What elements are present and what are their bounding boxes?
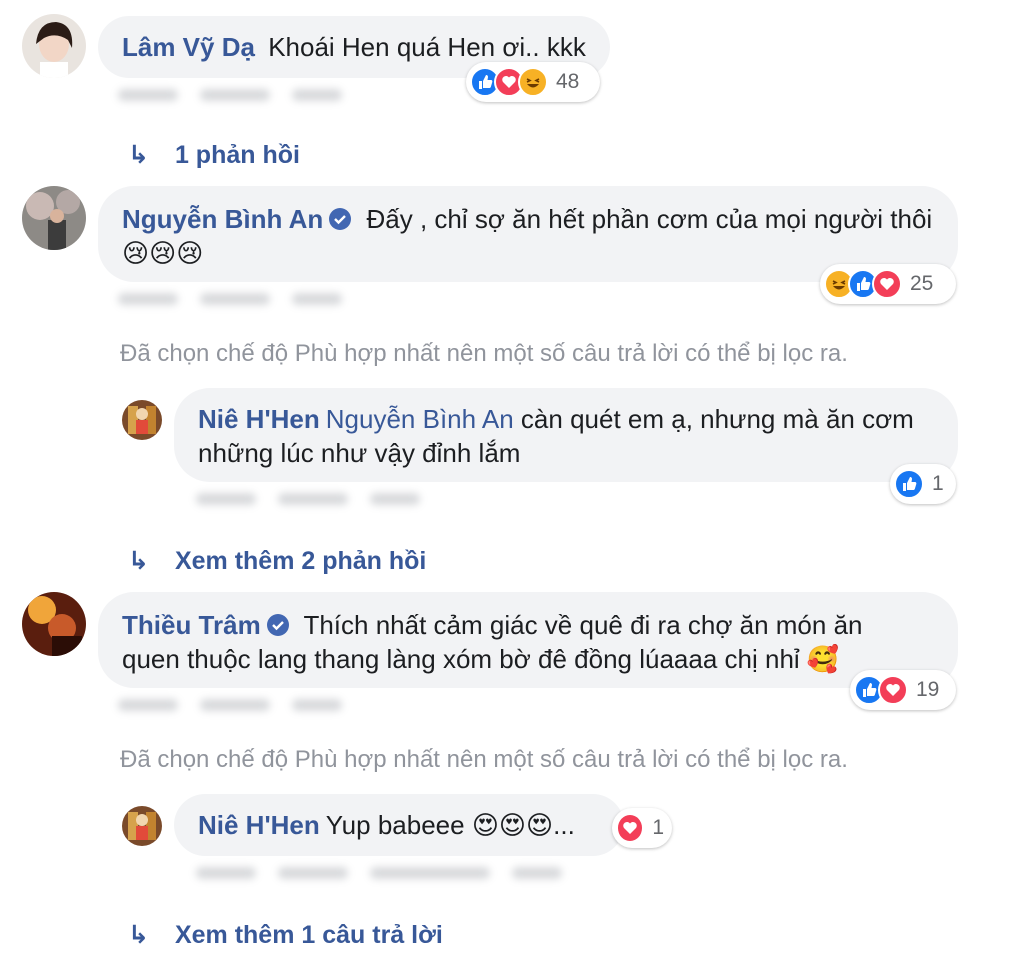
comment-author[interactable]: Lâm Vỹ Dạ — [122, 32, 255, 62]
filter-notice: Đã chọn chế độ Phù hợp nhất nên một số c… — [120, 340, 848, 367]
mention-link[interactable]: Nguyễn Bình An — [326, 404, 514, 434]
reply-arrow-icon: ↳ — [128, 921, 149, 949]
reply-text-line2: những lúc như vậy đỉnh lắm — [198, 438, 521, 468]
view-replies-link[interactable]: ↳ 1 phản hồi — [128, 140, 300, 170]
heart-eyes-emoji-icons: 😍😍😍... — [471, 810, 575, 840]
love-icon — [878, 675, 908, 705]
comment-actions[interactable] — [118, 86, 378, 108]
filter-notice: Đã chọn chế độ Phù hợp nhất nên một số c… — [120, 746, 848, 773]
reply-actions[interactable] — [196, 864, 616, 886]
reply-author[interactable]: Niê H'Hen — [198, 404, 320, 434]
view-replies-label: Xem thêm 1 câu trả lời — [174, 921, 443, 949]
reply-arrow-icon: ↳ — [128, 547, 149, 575]
reaction-count: 48 — [556, 70, 580, 93]
reply-bubble: Niê H'Hen Nguyễn Bình An càn quét em ạ, n… — [174, 388, 958, 482]
sad-emoji-icons: 😢😢😢 — [122, 238, 204, 268]
avatar-nie-hhen[interactable] — [122, 806, 162, 846]
avatar-nguyen-binh-an[interactable] — [22, 186, 86, 250]
reply-actions[interactable] — [196, 490, 456, 512]
comment-text: Đấy , chỉ sợ ăn hết phần cơm của mọi ngư… — [366, 204, 933, 234]
comment-text-line2: quen thuộc lang thang làng xóm bờ đê đồn… — [122, 644, 800, 674]
avatar-nie-hhen[interactable] — [122, 400, 162, 440]
view-replies-label: Xem thêm 2 phản hồi — [174, 547, 427, 575]
view-more-replies-link[interactable]: ↳ Xem thêm 2 phản hồi — [128, 546, 426, 576]
reaction-summary[interactable]: 19 — [850, 670, 956, 710]
verified-badge-icon — [266, 614, 289, 636]
love-icon — [616, 813, 645, 843]
reaction-summary[interactable]: 1 — [890, 464, 956, 504]
love-icon — [872, 269, 902, 299]
verified-badge-icon — [329, 208, 352, 230]
avatar-lam-vy-da[interactable] — [22, 14, 86, 78]
reaction-count: 1 — [652, 816, 664, 839]
reply-author[interactable]: Niê H'Hen — [198, 810, 320, 840]
reply-bubble: Niê H'Hen Yup babeee 😍😍😍... — [174, 794, 624, 856]
comment-text-line1: Thích nhất cảm giác về quê đi ra chợ ăn … — [303, 610, 863, 640]
reaction-summary[interactable]: 1 — [612, 808, 672, 848]
reaction-summary[interactable]: 25 — [820, 264, 956, 304]
smiling-hearts-emoji-icon: 🥰 — [806, 644, 840, 674]
comment-author[interactable]: Nguyễn Bình An — [122, 204, 323, 234]
reaction-count: 25 — [910, 272, 934, 295]
view-more-replies-link[interactable]: ↳ Xem thêm 1 câu trả lời — [128, 920, 443, 950]
reaction-count: 1 — [932, 472, 944, 495]
like-icon — [894, 469, 924, 499]
comment-actions[interactable] — [118, 290, 378, 312]
comment-text: Khoái Hen quá Hen ơi.. kkk — [268, 32, 586, 62]
reply-text: Yup babeee — [325, 810, 465, 840]
haha-icon — [518, 67, 548, 97]
avatar-thieu-tram[interactable] — [22, 592, 86, 656]
reaction-summary[interactable]: 48 — [466, 62, 600, 102]
reply-text-line1: càn quét em ạ, nhưng mà ăn cơm — [520, 404, 914, 434]
reaction-count: 19 — [916, 678, 940, 701]
comment-author[interactable]: Thiều Trâm — [122, 610, 261, 640]
comment-actions[interactable] — [118, 696, 378, 718]
reply-arrow-icon: ↳ — [128, 141, 149, 169]
comment-bubble: Thiều Trâm Thích nhất cảm giác về quê đi… — [98, 592, 958, 688]
view-replies-label: 1 phản hồi — [174, 141, 300, 169]
